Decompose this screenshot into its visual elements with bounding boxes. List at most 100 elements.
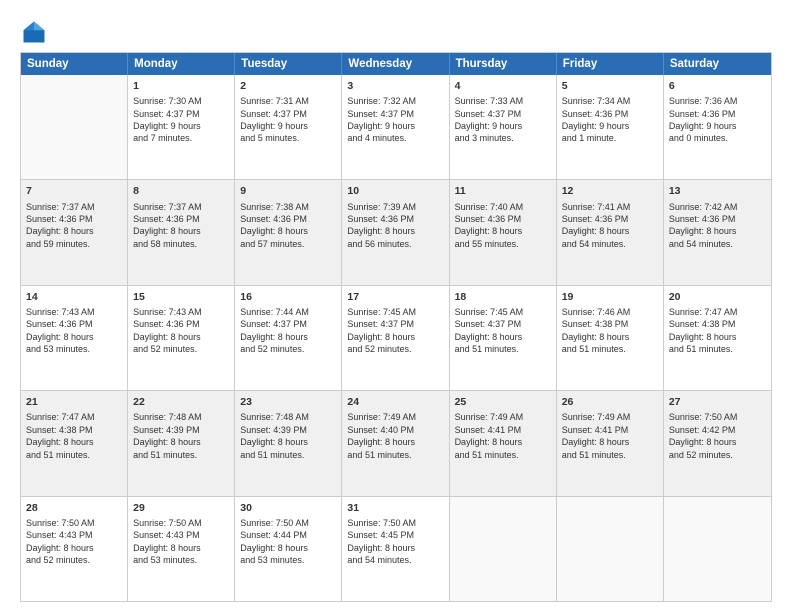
day-number: 2	[240, 79, 336, 93]
calendar-cell-r2-c3: 17Sunrise: 7:45 AM Sunset: 4:37 PM Dayli…	[342, 286, 449, 390]
cell-text: Sunrise: 7:44 AM Sunset: 4:37 PM Dayligh…	[240, 306, 336, 356]
cell-text: Sunrise: 7:42 AM Sunset: 4:36 PM Dayligh…	[669, 201, 766, 251]
day-number: 28	[26, 501, 122, 515]
cell-text: Sunrise: 7:48 AM Sunset: 4:39 PM Dayligh…	[240, 411, 336, 461]
day-number: 7	[26, 184, 122, 198]
calendar-cell-r1-c4: 11Sunrise: 7:40 AM Sunset: 4:36 PM Dayli…	[450, 180, 557, 284]
calendar-cell-r2-c5: 19 Sunrise: 7:46 AM Sunset: 4:38 PM Dayli…	[557, 286, 664, 390]
header-cell-wednesday: Wednesday	[342, 53, 449, 75]
day-number: 30	[240, 501, 336, 515]
cell-text: Sunrise: 7:39 AM Sunset: 4:36 PM Dayligh…	[347, 201, 443, 251]
calendar-cell-r2-c2: 16 Sunrise: 7:44 AM Sunset: 4:37 PM Dayli…	[235, 286, 342, 390]
cell-text: Sunrise: 7:47 AM Sunset: 4:38 PM Dayligh…	[26, 411, 122, 461]
day-number: 4	[455, 79, 551, 93]
header-cell-thursday: Thursday	[450, 53, 557, 75]
calendar-cell-r0-c6: 6 Sunrise: 7:36 AM Sunset: 4:36 PM Daylig…	[664, 75, 771, 179]
day-number: 10	[347, 184, 443, 198]
header-cell-sunday: Sunday	[21, 53, 128, 75]
calendar-cell-r1-c6: 13 Sunrise: 7:42 AM Sunset: 4:36 PM Dayli…	[664, 180, 771, 284]
cell-text: Sunrise: 7:49 AM Sunset: 4:41 PM Dayligh…	[455, 411, 551, 461]
cell-text: Sunrise: 7:46 AM Sunset: 4:38 PM Dayligh…	[562, 306, 658, 356]
calendar-row-2: 14 Sunrise: 7:43 AM Sunset: 4:36 PM Dayli…	[21, 286, 771, 391]
day-number: 11	[455, 184, 551, 198]
day-number: 9	[240, 184, 336, 198]
day-number: 5	[562, 79, 658, 93]
calendar-row-0: 1 Sunrise: 7:30 AM Sunset: 4:37 PM Daylig…	[21, 75, 771, 180]
day-number: 29	[133, 501, 229, 515]
day-number: 1	[133, 79, 229, 93]
day-number: 27	[669, 395, 766, 409]
day-number: 13	[669, 184, 766, 198]
calendar-cell-r4-c2: 30 Sunrise: 7:50 AM Sunset: 4:44 PM Dayli…	[235, 497, 342, 601]
calendar-body: 1 Sunrise: 7:30 AM Sunset: 4:37 PM Daylig…	[21, 75, 771, 601]
calendar-cell-r3-c2: 23 Sunrise: 7:48 AM Sunset: 4:39 PM Dayli…	[235, 391, 342, 495]
day-number: 26	[562, 395, 658, 409]
calendar-cell-r1-c1: 8Sunrise: 7:37 AM Sunset: 4:36 PM Daylig…	[128, 180, 235, 284]
cell-text: Sunrise: 7:49 AM Sunset: 4:41 PM Dayligh…	[562, 411, 658, 461]
calendar-row-4: 28 Sunrise: 7:50 AM Sunset: 4:43 PM Dayli…	[21, 497, 771, 601]
calendar-cell-r4-c3: 31 Sunrise: 7:50 AM Sunset: 4:45 PM Dayli…	[342, 497, 449, 601]
cell-text: Sunrise: 7:50 AM Sunset: 4:45 PM Dayligh…	[347, 517, 443, 567]
day-number: 31	[347, 501, 443, 515]
cell-text: Sunrise: 7:36 AM Sunset: 4:36 PM Dayligh…	[669, 95, 766, 145]
cell-text: Sunrise: 7:37 AM Sunset: 4:36 PM Dayligh…	[133, 201, 229, 251]
header	[20, 18, 772, 46]
calendar-cell-r4-c5	[557, 497, 664, 601]
calendar: SundayMondayTuesdayWednesdayThursdayFrid…	[20, 52, 772, 602]
calendar-cell-r0-c3: 3Sunrise: 7:32 AM Sunset: 4:37 PM Daylig…	[342, 75, 449, 179]
calendar-cell-r2-c6: 20Sunrise: 7:47 AM Sunset: 4:38 PM Dayli…	[664, 286, 771, 390]
calendar-cell-r3-c5: 26 Sunrise: 7:49 AM Sunset: 4:41 PM Dayli…	[557, 391, 664, 495]
cell-text: Sunrise: 7:45 AM Sunset: 4:37 PM Dayligh…	[347, 306, 443, 356]
cell-text: Sunrise: 7:45 AM Sunset: 4:37 PM Dayligh…	[455, 306, 551, 356]
cell-text: Sunrise: 7:38 AM Sunset: 4:36 PM Dayligh…	[240, 201, 336, 251]
cell-text: Sunrise: 7:50 AM Sunset: 4:43 PM Dayligh…	[133, 517, 229, 567]
day-number: 18	[455, 290, 551, 304]
calendar-cell-r3-c0: 21 Sunrise: 7:47 AM Sunset: 4:38 PM Dayli…	[21, 391, 128, 495]
page: SundayMondayTuesdayWednesdayThursdayFrid…	[0, 0, 792, 612]
calendar-cell-r3-c3: 24 Sunrise: 7:49 AM Sunset: 4:40 PM Dayli…	[342, 391, 449, 495]
day-number: 16	[240, 290, 336, 304]
calendar-cell-r4-c0: 28 Sunrise: 7:50 AM Sunset: 4:43 PM Dayli…	[21, 497, 128, 601]
calendar-cell-r1-c0: 7 Sunrise: 7:37 AM Sunset: 4:36 PM Daylig…	[21, 180, 128, 284]
day-number: 22	[133, 395, 229, 409]
cell-text: Sunrise: 7:49 AM Sunset: 4:40 PM Dayligh…	[347, 411, 443, 461]
day-number: 12	[562, 184, 658, 198]
cell-text: Sunrise: 7:31 AM Sunset: 4:37 PM Dayligh…	[240, 95, 336, 145]
cell-text: Sunrise: 7:48 AM Sunset: 4:39 PM Dayligh…	[133, 411, 229, 461]
day-number: 19	[562, 290, 658, 304]
calendar-cell-r4-c1: 29 Sunrise: 7:50 AM Sunset: 4:43 PM Dayli…	[128, 497, 235, 601]
calendar-cell-r2-c4: 18 Sunrise: 7:45 AM Sunset: 4:37 PM Dayli…	[450, 286, 557, 390]
day-number: 6	[669, 79, 766, 93]
calendar-cell-r1-c3: 10 Sunrise: 7:39 AM Sunset: 4:36 PM Dayli…	[342, 180, 449, 284]
day-number: 21	[26, 395, 122, 409]
cell-text: Sunrise: 7:50 AM Sunset: 4:42 PM Dayligh…	[669, 411, 766, 461]
day-number: 3	[347, 79, 443, 93]
day-number: 14	[26, 290, 122, 304]
day-number: 15	[133, 290, 229, 304]
calendar-cell-r2-c0: 14 Sunrise: 7:43 AM Sunset: 4:36 PM Dayli…	[21, 286, 128, 390]
cell-text: Sunrise: 7:43 AM Sunset: 4:36 PM Dayligh…	[26, 306, 122, 356]
header-cell-tuesday: Tuesday	[235, 53, 342, 75]
day-number: 24	[347, 395, 443, 409]
calendar-cell-r1-c2: 9 Sunrise: 7:38 AM Sunset: 4:36 PM Daylig…	[235, 180, 342, 284]
day-number: 20	[669, 290, 766, 304]
calendar-cell-r3-c4: 25 Sunrise: 7:49 AM Sunset: 4:41 PM Dayli…	[450, 391, 557, 495]
cell-text: Sunrise: 7:41 AM Sunset: 4:36 PM Dayligh…	[562, 201, 658, 251]
day-number: 23	[240, 395, 336, 409]
cell-text: Sunrise: 7:34 AM Sunset: 4:36 PM Dayligh…	[562, 95, 658, 145]
cell-text: Sunrise: 7:50 AM Sunset: 4:43 PM Dayligh…	[26, 517, 122, 567]
calendar-cell-r0-c2: 2 Sunrise: 7:31 AM Sunset: 4:37 PM Daylig…	[235, 75, 342, 179]
day-number: 25	[455, 395, 551, 409]
cell-text: Sunrise: 7:43 AM Sunset: 4:36 PM Dayligh…	[133, 306, 229, 356]
logo-icon	[20, 18, 48, 46]
calendar-row-1: 7 Sunrise: 7:37 AM Sunset: 4:36 PM Daylig…	[21, 180, 771, 285]
calendar-cell-r4-c6	[664, 497, 771, 601]
cell-text: Sunrise: 7:50 AM Sunset: 4:44 PM Dayligh…	[240, 517, 336, 567]
calendar-cell-r0-c5: 5 Sunrise: 7:34 AM Sunset: 4:36 PM Daylig…	[557, 75, 664, 179]
cell-text: Sunrise: 7:33 AM Sunset: 4:37 PM Dayligh…	[455, 95, 551, 145]
calendar-cell-r4-c4	[450, 497, 557, 601]
header-cell-monday: Monday	[128, 53, 235, 75]
calendar-cell-r3-c6: 27 Sunrise: 7:50 AM Sunset: 4:42 PM Dayli…	[664, 391, 771, 495]
cell-text: Sunrise: 7:37 AM Sunset: 4:36 PM Dayligh…	[26, 201, 122, 251]
cell-text: Sunrise: 7:30 AM Sunset: 4:37 PM Dayligh…	[133, 95, 229, 145]
